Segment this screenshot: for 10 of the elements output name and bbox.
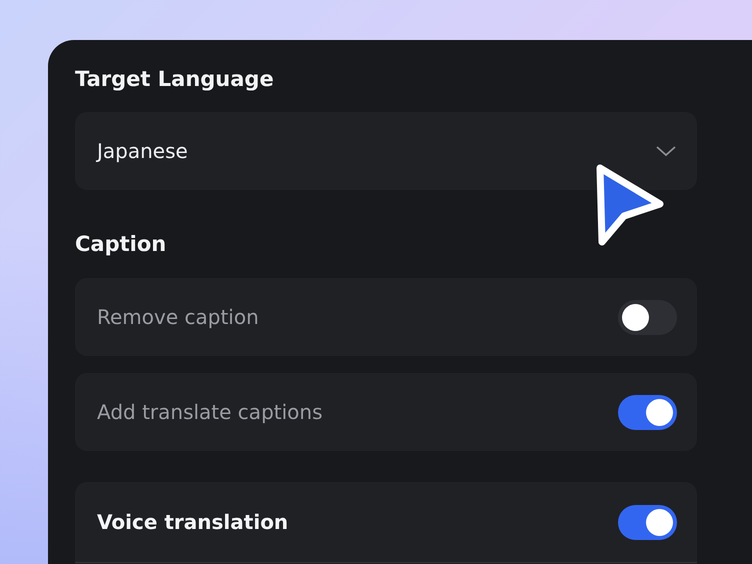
toggle-switch[interactable] (618, 300, 677, 334)
toggle-switch[interactable] (618, 504, 677, 540)
language-dropdown[interactable]: Japanese (75, 112, 697, 190)
option-label: Voice translation (97, 510, 288, 534)
option-label: Add translate captions (97, 400, 322, 424)
option-label: Remove caption (97, 305, 259, 329)
toggle-switch[interactable] (618, 394, 677, 430)
section-heading: Target Language (75, 66, 275, 93)
chevron-down-icon (655, 145, 677, 157)
section-heading: Caption (75, 231, 168, 258)
